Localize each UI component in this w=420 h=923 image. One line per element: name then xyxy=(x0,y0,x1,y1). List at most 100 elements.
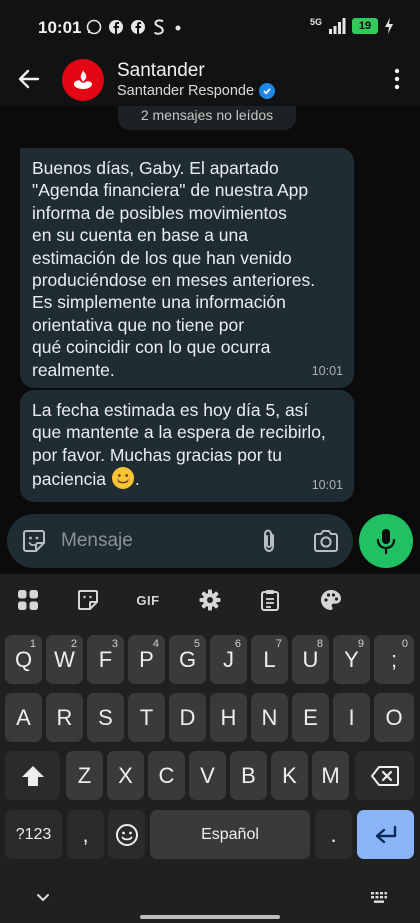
key-r[interactable]: R xyxy=(46,693,83,742)
microphone-icon xyxy=(376,529,396,555)
period-key[interactable]: . xyxy=(315,810,352,859)
contact-subtitle-text: Santander Responde xyxy=(117,83,255,99)
s-icon xyxy=(153,19,164,35)
key-h[interactable]: H xyxy=(210,693,247,742)
message-line: produciéndose en meses anteriores. xyxy=(32,270,316,291)
camera-icon[interactable] xyxy=(312,528,340,554)
facebook-icon xyxy=(109,20,123,34)
keyboard-row-2: A R S T D H N E I O xyxy=(0,693,420,743)
gif-button[interactable]: GIF xyxy=(132,587,164,613)
key-f[interactable]: F3 xyxy=(87,635,124,684)
voice-message-button[interactable] xyxy=(359,514,413,568)
sticker-icon[interactable] xyxy=(75,587,101,613)
message-line: en su cuenta en base a una xyxy=(32,225,249,246)
system-nav-bar xyxy=(0,881,420,923)
battery-indicator: 19 xyxy=(352,18,378,34)
key-d[interactable]: D xyxy=(169,693,206,742)
key-g[interactable]: G5 xyxy=(169,635,206,684)
key-l[interactable]: L7 xyxy=(251,635,288,684)
key-a[interactable]: A xyxy=(5,693,42,742)
key-e[interactable]: E xyxy=(292,693,329,742)
key-q[interactable]: Q1 xyxy=(5,635,42,684)
key-semicolon[interactable]: ; 0 xyxy=(374,635,414,684)
status-right: 5G 19 xyxy=(309,17,394,34)
back-arrow-icon[interactable] xyxy=(16,66,42,92)
message-line-with-emoji: paciencia . xyxy=(32,466,342,490)
keyboard-row-1: Q1 W2 F3 P4 G5 J6 L7 U8 Y9 ; 0 xyxy=(0,635,420,685)
symbols-key[interactable]: ?123 xyxy=(5,810,62,859)
chat-area[interactable]: 2 mensajes no leídos Buenos días, Gaby. … xyxy=(0,106,420,514)
key-v[interactable]: V xyxy=(189,751,226,800)
key-s[interactable]: S xyxy=(87,693,124,742)
key-k[interactable]: K xyxy=(271,751,308,800)
message-trailing: . xyxy=(134,469,140,490)
key-p[interactable]: P4 xyxy=(128,635,165,684)
more-options-icon[interactable] xyxy=(394,68,400,90)
message-line: orientativa que no tiene por xyxy=(32,314,245,335)
home-gesture-bar[interactable] xyxy=(140,915,280,919)
key-c[interactable]: C xyxy=(148,751,185,800)
clipboard-icon[interactable] xyxy=(257,587,283,613)
keyboard-switch-icon[interactable] xyxy=(370,891,388,905)
backspace-icon xyxy=(370,765,399,786)
status-bar: 10:01 5G 19 xyxy=(0,0,420,56)
key-m[interactable]: M xyxy=(312,751,349,800)
key-o[interactable]: O xyxy=(374,693,414,742)
charging-icon xyxy=(385,18,393,34)
comma-key[interactable]: , xyxy=(67,810,104,859)
contact-name[interactable]: Santander xyxy=(117,60,205,82)
enter-key[interactable] xyxy=(357,810,414,859)
emoji-icon xyxy=(115,823,138,846)
facebook-icon xyxy=(131,20,145,34)
key-n[interactable]: N xyxy=(251,693,288,742)
shift-key[interactable] xyxy=(5,751,60,800)
key-y[interactable]: Y9 xyxy=(333,635,370,684)
key-b[interactable]: B xyxy=(230,751,267,800)
key-x[interactable]: X xyxy=(107,751,144,800)
apps-icon[interactable] xyxy=(15,587,41,613)
key-t[interactable]: T xyxy=(128,693,165,742)
key-w[interactable]: W2 xyxy=(46,635,83,684)
network-label: 5G xyxy=(309,17,322,27)
message-line: qué coincidir con lo que ocurra xyxy=(32,337,271,358)
smiling-face-emoji-icon xyxy=(111,467,134,490)
message-line: realmente. xyxy=(32,359,115,380)
signal-icon xyxy=(329,18,346,34)
notification-icons xyxy=(86,18,184,36)
message-line: que mantente a la espera de recibirlo, xyxy=(32,422,326,443)
sticker-icon[interactable] xyxy=(21,528,47,554)
unread-messages-banner: 2 mensajes no leídos xyxy=(118,106,296,130)
palette-icon[interactable] xyxy=(318,587,344,613)
avatar[interactable] xyxy=(62,59,104,101)
settings-icon[interactable] xyxy=(197,587,223,613)
backspace-key[interactable] xyxy=(355,751,414,800)
santander-logo-icon xyxy=(74,70,92,89)
key-z[interactable]: Z xyxy=(66,751,103,800)
message-time: 10:01 xyxy=(311,477,343,492)
keyboard-toolbar: GIF xyxy=(0,574,420,624)
message-bubble[interactable]: Buenos días, Gaby. El apartado "Agenda f… xyxy=(20,148,354,388)
emoji-key[interactable] xyxy=(108,810,145,859)
message-time: 10:01 xyxy=(311,363,343,378)
message-line: paciencia xyxy=(32,469,106,490)
attach-icon[interactable] xyxy=(257,527,281,555)
message-input[interactable]: Mensaje xyxy=(61,530,133,552)
space-key[interactable]: Español xyxy=(150,810,310,859)
message-line: "Agenda financiera" de nuestra App xyxy=(32,180,309,201)
shift-icon xyxy=(21,765,44,786)
message-line: Es simplemente una información xyxy=(32,292,286,313)
verified-badge-icon xyxy=(259,83,276,99)
whatsapp-icon xyxy=(86,19,102,35)
key-j[interactable]: J6 xyxy=(210,635,247,684)
hide-keyboard-chevron-icon[interactable] xyxy=(36,893,50,903)
keyboard: GIF Q1 W2 F3 P4 G5 J6 L7 U8 Y9 ; 0 A R S … xyxy=(0,574,420,923)
keyboard-row-4: ?123 , Español . xyxy=(0,810,420,860)
message-composer[interactable]: Mensaje xyxy=(7,514,353,568)
enter-icon xyxy=(375,825,396,843)
key-u[interactable]: U8 xyxy=(292,635,329,684)
message-bubble[interactable]: La fecha estimada es hoy día 5, así que … xyxy=(20,390,354,502)
contact-subtitle: Santander Responde xyxy=(117,83,276,99)
message-line: informa de posibles movimientos xyxy=(32,202,287,223)
key-i[interactable]: I xyxy=(333,693,370,742)
status-time: 10:01 xyxy=(38,18,82,37)
